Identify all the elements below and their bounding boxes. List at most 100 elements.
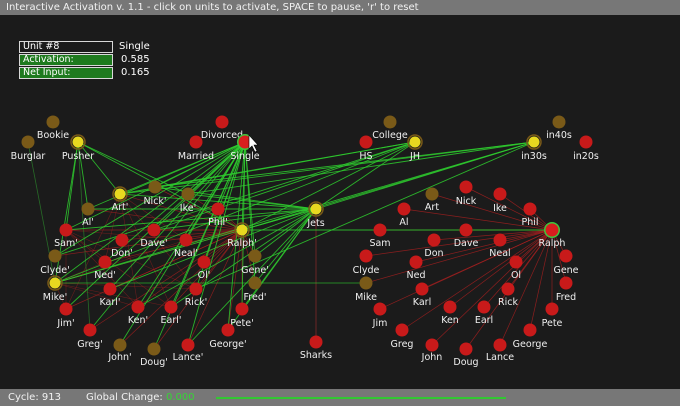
unit-node[interactable] — [459, 180, 473, 194]
unit-bookie[interactable]: Bookie — [37, 115, 69, 142]
unit-node[interactable] — [221, 323, 235, 337]
unit-node[interactable] — [528, 136, 540, 148]
unit-node[interactable] — [115, 233, 129, 247]
unit-node[interactable] — [310, 203, 322, 215]
unit-pete[interactable]: Pete — [542, 302, 563, 330]
unit-ken[interactable]: Ken — [441, 300, 459, 327]
unit-john-instance[interactable]: John' — [107, 338, 132, 364]
unit-college[interactable]: College — [372, 115, 408, 142]
unit-lance[interactable]: Lance — [486, 338, 514, 364]
unit-node[interactable] — [248, 276, 262, 290]
unit-node[interactable] — [81, 202, 95, 216]
unit-node[interactable] — [459, 342, 473, 356]
unit-node[interactable] — [147, 342, 161, 356]
unit-node[interactable] — [248, 249, 262, 263]
unit-earl[interactable]: Earl — [475, 300, 493, 327]
unit-greg-instance[interactable]: Greg' — [77, 323, 103, 351]
unit-node[interactable] — [409, 136, 421, 148]
unit-node[interactable] — [21, 135, 35, 149]
unit-node[interactable] — [493, 338, 507, 352]
unit-node[interactable] — [236, 224, 248, 236]
unit-node[interactable] — [189, 135, 203, 149]
unit-divorced[interactable]: Divorced — [201, 115, 243, 142]
unit-nick-instance[interactable]: Nick' — [143, 180, 167, 208]
unit-nick[interactable]: Nick — [456, 180, 477, 208]
unit-doug-instance[interactable]: Doug' — [140, 342, 168, 369]
unit-node[interactable] — [397, 202, 411, 216]
unit-ike[interactable]: Ike — [493, 187, 507, 215]
unit-node[interactable] — [459, 223, 473, 237]
unit-node[interactable] — [309, 335, 323, 349]
unit-node[interactable] — [114, 188, 126, 200]
unit-pete-instance[interactable]: Pete' — [230, 302, 254, 330]
unit-node[interactable] — [477, 300, 491, 314]
unit-clyde-instance[interactable]: Clyde' — [40, 249, 70, 277]
unit-node[interactable] — [83, 323, 97, 337]
unit-node[interactable] — [523, 323, 537, 337]
unit-al-instance[interactable]: Al' — [81, 202, 95, 229]
unit-ol[interactable]: Ol — [509, 255, 523, 282]
unit-node[interactable] — [215, 115, 229, 129]
unit-node[interactable] — [148, 180, 162, 194]
unit-node[interactable] — [493, 187, 507, 201]
unit-node[interactable] — [113, 338, 127, 352]
unit-fred[interactable]: Fred — [556, 276, 576, 304]
unit-node[interactable] — [48, 249, 62, 263]
unit-rick[interactable]: Rick — [498, 282, 518, 309]
unit-node[interactable] — [427, 233, 441, 247]
unit-node[interactable] — [415, 282, 429, 296]
unit-art[interactable]: Art — [425, 187, 439, 214]
unit-john[interactable]: John — [421, 338, 443, 364]
unit-lance-instance[interactable]: Lance' — [173, 338, 204, 364]
unit-node[interactable] — [164, 300, 178, 314]
unit-sharks[interactable]: Sharks — [300, 335, 332, 362]
unit-node[interactable] — [493, 233, 507, 247]
unit-node[interactable] — [72, 136, 84, 148]
unit-node[interactable] — [395, 323, 409, 337]
unit-node[interactable] — [49, 277, 61, 289]
unit-node[interactable] — [211, 202, 225, 216]
unit-ned-instance[interactable]: Ned' — [94, 255, 116, 282]
unit-greg[interactable]: Greg — [391, 323, 414, 351]
unit-jets[interactable]: Jets — [306, 201, 325, 229]
unit-node[interactable] — [46, 115, 60, 129]
unit-node[interactable] — [409, 255, 423, 269]
unit-clyde[interactable]: Clyde — [353, 249, 380, 277]
unit-jim-instance[interactable]: Jim' — [56, 302, 75, 330]
unit-hs[interactable]: HS — [359, 135, 373, 163]
unit-node[interactable] — [189, 282, 203, 296]
unit-node[interactable] — [579, 135, 593, 149]
unit-node[interactable] — [359, 249, 373, 263]
unit-in40s[interactable]: in40s — [546, 115, 572, 142]
unit-node[interactable] — [197, 255, 211, 269]
unit-node[interactable] — [425, 187, 439, 201]
unit-node[interactable] — [359, 135, 373, 149]
unit-node[interactable] — [501, 282, 515, 296]
unit-node[interactable] — [443, 300, 457, 314]
unit-node[interactable] — [59, 302, 73, 316]
unit-node[interactable] — [552, 115, 566, 129]
unit-node[interactable] — [425, 338, 439, 352]
unit-gene[interactable]: Gene — [553, 249, 579, 277]
unit-ralph[interactable]: Ralph — [539, 222, 566, 249]
unit-node[interactable] — [509, 255, 523, 269]
unit-don[interactable]: Don — [424, 233, 444, 260]
unit-in30s[interactable]: in30s — [521, 134, 547, 162]
unit-node[interactable] — [103, 282, 117, 296]
unit-node[interactable] — [181, 187, 195, 201]
unit-doug[interactable]: Doug — [453, 342, 479, 369]
unit-phil[interactable]: Phil — [521, 202, 539, 229]
unit-node[interactable] — [545, 302, 559, 316]
unit-art-instance[interactable]: Art' — [112, 186, 129, 213]
unit-node[interactable] — [131, 300, 145, 314]
unit-node[interactable] — [559, 249, 573, 263]
unit-node[interactable] — [383, 115, 397, 129]
unit-node[interactable] — [235, 302, 249, 316]
unit-node[interactable] — [179, 233, 193, 247]
unit-node[interactable] — [181, 338, 195, 352]
unit-node[interactable] — [59, 223, 73, 237]
unit-ned[interactable]: Ned — [407, 255, 426, 282]
unit-node[interactable] — [559, 276, 573, 290]
unit-jim[interactable]: Jim — [372, 302, 388, 330]
unit-node[interactable] — [545, 223, 559, 237]
